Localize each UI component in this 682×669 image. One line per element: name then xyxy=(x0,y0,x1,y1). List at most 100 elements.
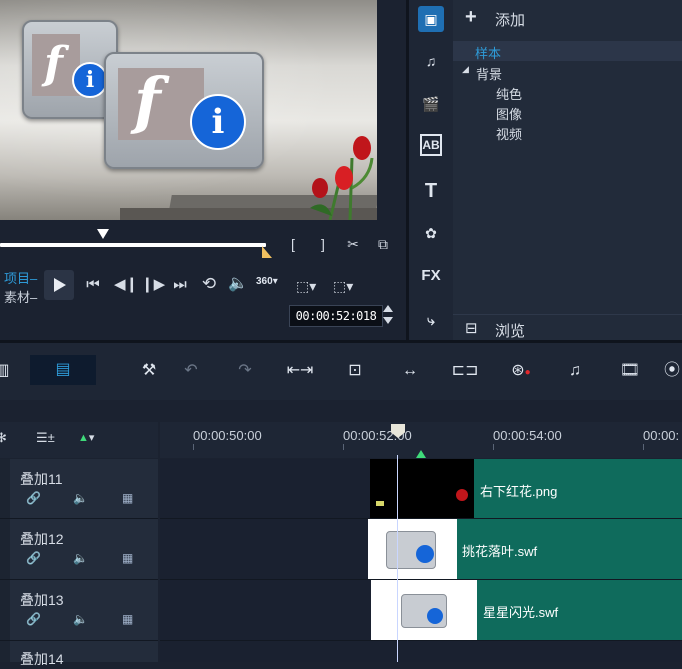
prev-frame-icon[interactable]: ◀❙ xyxy=(114,277,138,293)
track-lane[interactable]: 右下红花.png xyxy=(160,459,682,519)
scrub-bar[interactable] xyxy=(0,243,266,247)
add-marker-icon[interactable]: ▲▾ xyxy=(78,431,94,444)
track-accent xyxy=(0,519,10,579)
track-mask-icon[interactable]: ▦ xyxy=(122,491,133,505)
fit-project-icon[interactable]: ⇤⇥ xyxy=(286,358,314,384)
track-audio-icon[interactable]: 🔈 xyxy=(73,612,88,626)
track-header[interactable]: 叠加12 🔗 🔈 ▦ xyxy=(0,519,158,580)
record-capture-icon[interactable]: ⊛● xyxy=(507,358,535,384)
add-button[interactable]: 添加 xyxy=(495,9,525,30)
smart-proxy-icon[interactable]: ⊡ xyxy=(341,358,369,384)
mark-in-button[interactable]: [ xyxy=(284,236,302,252)
instant-project-icon[interactable]: 🎬 xyxy=(418,91,444,117)
tree-item-image[interactable]: 图像 xyxy=(496,104,522,123)
play-icon xyxy=(54,278,66,292)
undo-icon[interactable]: ↶ xyxy=(177,358,205,384)
browse-button[interactable]: 浏览 xyxy=(495,320,525,341)
tree-expand-icon[interactable]: ◢ xyxy=(462,64,469,75)
track-lane[interactable]: 星星闪光.swf xyxy=(160,580,682,641)
thumb-info xyxy=(427,608,443,624)
cue-marker[interactable] xyxy=(416,450,426,458)
clip-thumbnail xyxy=(371,580,477,640)
timeline-view-icon: ▤ xyxy=(55,361,71,378)
ripple-edit-icon[interactable]: ↔ xyxy=(396,358,424,384)
audio-icon[interactable]: ♫ xyxy=(418,48,444,74)
sound-mixer-icon[interactable]: ♫ xyxy=(561,358,589,384)
track-audio-icon[interactable]: 🔈 xyxy=(73,491,88,505)
tree-item-video[interactable]: 视频 xyxy=(496,124,522,143)
track-mask-icon[interactable]: ▦ xyxy=(122,551,133,565)
more-tools-icon[interactable]: ⦿ xyxy=(658,358,682,384)
video-preview[interactable]: f i f i xyxy=(0,0,377,220)
library-header: + 添加 xyxy=(453,0,682,36)
track-manager-icon[interactable]: ⊏⊐ xyxy=(451,358,479,384)
multicam-icon[interactable]: 🎞 xyxy=(616,358,644,384)
track-accent xyxy=(0,459,10,518)
split-clip-icon[interactable]: ✂ xyxy=(344,236,362,252)
link-icon[interactable]: 🔗 xyxy=(26,551,41,565)
mark-out-button[interactable]: ] xyxy=(314,236,332,252)
media-icon[interactable]: ▣ xyxy=(418,6,444,32)
red-flower-overlay xyxy=(310,136,374,220)
track-header[interactable]: 叠加13 🔗 🔈 ▦ xyxy=(0,580,158,641)
track-header[interactable]: 叠加11 🔗 🔈 ▦ xyxy=(0,459,158,519)
scrub-handle[interactable] xyxy=(97,229,109,239)
mode-clip[interactable]: 素材– xyxy=(4,287,37,306)
360-view-button[interactable]: 360▾ xyxy=(256,276,278,287)
timecode-display[interactable]: 00:00:52:018 xyxy=(289,305,383,327)
next-frame-icon[interactable]: ❙▶ xyxy=(141,277,165,293)
crop-icon[interactable]: ⬚▾ xyxy=(333,278,353,294)
track-mask-icon[interactable]: ▦ xyxy=(122,612,133,626)
track-audio-icon[interactable]: 🔈 xyxy=(73,551,88,565)
fx-icon[interactable]: FX xyxy=(418,263,444,289)
thumb-info xyxy=(416,545,434,563)
volume-icon[interactable]: 🔈 xyxy=(228,276,248,292)
link-icon[interactable]: 🔗 xyxy=(26,612,41,626)
copy-clip-icon[interactable]: ⧉ xyxy=(374,236,392,252)
ruler-label: 00:00: xyxy=(643,428,680,443)
trim-end-marker[interactable] xyxy=(262,246,272,258)
track-accent xyxy=(0,580,10,640)
track-header[interactable]: 叠加14 xyxy=(0,641,158,667)
timecode-up[interactable] xyxy=(383,305,393,312)
link-icon[interactable]: 🔗 xyxy=(26,491,41,505)
ruler-tick xyxy=(343,444,344,450)
browse-icon[interactable]: ⊟ xyxy=(465,319,478,337)
path-icon[interactable]: ⤷ xyxy=(418,307,444,333)
tools-icon[interactable]: ⚒ xyxy=(135,358,163,384)
home-icon[interactable]: ⏮ xyxy=(84,277,102,293)
play-button[interactable] xyxy=(44,270,74,300)
timeline-clip[interactable]: 右下红花.png xyxy=(370,459,682,518)
playhead-line[interactable] xyxy=(397,455,398,662)
ruler-tick xyxy=(643,444,644,450)
ruler-label: 00:00:50:00 xyxy=(193,428,262,443)
ruler-label: 00:00:54:00 xyxy=(493,428,562,443)
tree-item-solid-color[interactable]: 纯色 xyxy=(496,84,522,103)
timeline-clip[interactable]: 星星闪光.swf xyxy=(371,580,682,640)
clip-thumbnail xyxy=(370,459,474,518)
storyboard-view-icon[interactable]: ▥ xyxy=(0,358,16,384)
track-name: 叠加11 xyxy=(20,471,63,487)
track-name: 叠加13 xyxy=(20,592,64,608)
graphics-icon[interactable]: ✿ xyxy=(418,220,444,246)
track-list-icon[interactable]: ☰± xyxy=(36,430,55,446)
mode-project[interactable]: 项目– xyxy=(4,268,37,287)
tree-item-sample[interactable]: 样本 xyxy=(475,43,501,62)
text-icon[interactable]: T xyxy=(418,178,444,204)
repeat-icon[interactable]: ⟲ xyxy=(200,275,218,292)
timeline-view-button[interactable]: ▤ xyxy=(30,355,96,385)
track-settings-icon[interactable]: ✻ xyxy=(0,430,7,446)
track-lane[interactable] xyxy=(160,641,682,662)
track-lane[interactable]: 挑花落叶.swf xyxy=(160,519,682,580)
tree-item-background[interactable]: 背景 xyxy=(476,64,502,83)
track-name: 叠加12 xyxy=(20,531,64,547)
track-accent xyxy=(0,641,10,662)
library-panel: + 添加 样本 ◢ 背景 纯色 图像 视频 ⊟ 浏览 xyxy=(453,0,682,340)
add-icon[interactable]: + xyxy=(465,6,477,29)
timeline-clip[interactable]: 挑花落叶.swf xyxy=(368,519,682,579)
end-icon[interactable]: ⏭ xyxy=(171,277,189,293)
title-icon[interactable]: AB xyxy=(420,134,442,156)
aspect-ratio-icon[interactable]: ⬚▾ xyxy=(296,278,316,294)
timecode-down[interactable] xyxy=(383,317,393,324)
redo-icon[interactable]: ↷ xyxy=(231,358,259,384)
